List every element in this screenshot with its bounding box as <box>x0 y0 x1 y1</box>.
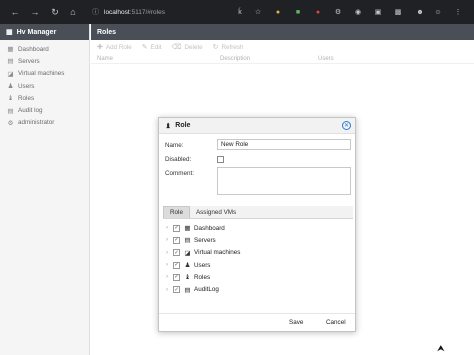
page-header: Roles <box>91 24 474 40</box>
chevron-right-icon[interactable]: › <box>163 287 171 293</box>
forward-icon[interactable]: → <box>26 3 44 21</box>
sidebar-item-users[interactable]: ♟ Users <box>0 80 89 92</box>
browser-toolbar: ← → ↻ ⌂ ⓘ localhost:5117/#roles ḱ ☆ ● ■ … <box>0 0 474 24</box>
admin-icon: ⚙ <box>7 119 14 127</box>
back-icon[interactable]: ← <box>6 3 24 21</box>
tree-checkbox[interactable]: ✓ <box>173 236 180 244</box>
tree-checkbox[interactable]: ✓ <box>173 224 180 232</box>
sidebar-item-servers[interactable]: ▤ Servers <box>0 55 89 67</box>
tree-checkbox[interactable]: ✓ <box>173 249 180 257</box>
tree-item-label: AuditLog <box>194 286 219 294</box>
tree-item-roles[interactable]: › ✓ ♝ Roles <box>163 271 353 283</box>
menu-icon[interactable]: ⋮ <box>452 6 464 18</box>
chevron-right-icon[interactable]: › <box>163 225 171 231</box>
audit-log-icon: ▤ <box>7 107 14 115</box>
sidebar-item-label: Audit log <box>18 107 43 115</box>
tree-item-servers[interactable]: › ✓ ▤ Servers <box>163 234 353 246</box>
dialog-tabs: Role Assigned VMs <box>163 206 353 219</box>
tree-item-label: Servers <box>194 236 216 244</box>
roles-icon: ♝ <box>165 122 172 130</box>
name-label: Name: <box>165 142 184 149</box>
tree-checkbox[interactable]: ✓ <box>173 286 180 294</box>
mouse-cursor-icon: ⮝ <box>437 343 445 353</box>
roles-icon: ♝ <box>7 95 14 103</box>
extension-red-icon[interactable]: ● <box>312 6 324 18</box>
extension-bookmark-icon[interactable]: ▩ <box>392 6 404 18</box>
address-bar[interactable]: ⓘ localhost:5117/#roles <box>86 4 226 20</box>
sidebar-item-label: Roles <box>18 94 35 102</box>
tab-assigned-vms[interactable]: Assigned VMs <box>190 206 242 218</box>
user-icon: ♟ <box>7 83 14 91</box>
vm-icon: ◪ <box>7 70 14 78</box>
sidebar-item-label: administrator <box>18 119 55 127</box>
tree-item-virtual-machines[interactable]: › ✓ ◪ Virtual machines <box>163 247 353 259</box>
sidebar-item-virtual-machines[interactable]: ◪ Virtual machines <box>0 68 89 80</box>
sidebar-item-roles[interactable]: ♝ Roles <box>0 92 89 104</box>
star-icon[interactable]: ☆ <box>252 6 264 18</box>
chevron-right-icon[interactable]: › <box>163 262 171 268</box>
permissions-tree: › ✓ ▦ Dashboard › ✓ ▤ Servers › ✓ ◪ Virt… <box>163 222 353 296</box>
profile-avatar-icon[interactable]: ☻ <box>414 6 426 18</box>
user-icon: ♟ <box>184 262 191 270</box>
chevron-right-icon[interactable]: › <box>163 250 171 256</box>
sidebar-item-dashboard[interactable]: ▦ Dashboard <box>0 43 89 55</box>
comment-field[interactable] <box>217 167 351 195</box>
roles-icon: ♝ <box>184 274 191 282</box>
vm-icon: ◪ <box>184 249 191 257</box>
extension-puzzle-icon[interactable]: ▣ <box>372 6 384 18</box>
url-path: :5117/#roles <box>129 8 165 16</box>
site-info-icon[interactable]: ⓘ <box>92 7 99 17</box>
dialog-title-bar: ♝ Role <box>159 118 355 134</box>
dashboard-icon: ▦ <box>7 46 14 54</box>
sidebar-item-label: Virtual machines <box>18 70 65 78</box>
tree-item-label: Users <box>194 261 211 269</box>
dashboard-icon: ▦ <box>184 225 191 233</box>
cancel-button[interactable]: Cancel <box>326 319 346 326</box>
name-field[interactable]: New Role <box>217 139 351 150</box>
tree-checkbox[interactable]: ✓ <box>173 261 180 269</box>
dialog-footer: Save Cancel <box>159 313 355 331</box>
tree-item-label: Dashboard <box>194 224 225 232</box>
profile-icon[interactable]: ☺ <box>432 6 444 18</box>
tree-item-label: Virtual machines <box>194 249 241 257</box>
app-title: Hv Manager <box>16 28 57 36</box>
chevron-right-icon[interactable]: › <box>163 237 171 243</box>
url-host: localhost <box>104 8 130 16</box>
extension-globe-icon[interactable]: ◉ <box>352 6 364 18</box>
sidebar-item-label: Dashboard <box>18 45 49 53</box>
role-dialog: ♝ Role ✕ Name: New Role Disabled: Commen… <box>158 117 356 332</box>
chevron-right-icon[interactable]: › <box>163 274 171 280</box>
app-header: ▦ Hv Manager <box>0 24 89 40</box>
refresh-icon[interactable]: ↻ <box>46 3 64 21</box>
comment-label: Comment: <box>165 170 195 177</box>
sidebar-item-administrator[interactable]: ⚙ administrator <box>0 117 89 129</box>
extension-gear-icon[interactable]: ⚙ <box>332 6 344 18</box>
tree-item-label: Roles <box>194 273 211 281</box>
server-icon: ▤ <box>7 58 14 66</box>
tree-item-dashboard[interactable]: › ✓ ▦ Dashboard <box>163 222 353 234</box>
app-logo-icon: ▦ <box>6 29 13 36</box>
disabled-checkbox[interactable] <box>217 156 224 163</box>
sidebar-item-label: Servers <box>18 57 40 65</box>
sidebar-item-label: Users <box>18 82 35 90</box>
sidebar: ▦ Hv Manager ▦ Dashboard ▤ Servers ◪ Virtua… <box>0 24 90 355</box>
disabled-label: Disabled: <box>165 156 192 163</box>
extension-icon[interactable]: ● <box>272 6 284 18</box>
translate-icon[interactable]: ḱ <box>234 6 246 18</box>
tab-role[interactable]: Role <box>163 206 190 218</box>
audit-log-icon: ▤ <box>184 286 191 294</box>
save-button[interactable]: Save <box>289 319 303 326</box>
tree-item-users[interactable]: › ✓ ♟ Users <box>163 259 353 271</box>
extension-green-icon[interactable]: ■ <box>292 6 304 18</box>
dialog-title: Role <box>175 122 191 129</box>
tree-checkbox[interactable]: ✓ <box>173 273 180 281</box>
page-title: Roles <box>97 28 117 36</box>
server-icon: ▤ <box>184 237 191 245</box>
close-icon[interactable]: ✕ <box>342 121 351 130</box>
sidebar-item-audit-log[interactable]: ▤ Audit log <box>0 104 89 116</box>
tree-item-auditlog[interactable]: › ✓ ▤ AuditLog <box>163 283 353 295</box>
home-icon[interactable]: ⌂ <box>64 3 82 21</box>
